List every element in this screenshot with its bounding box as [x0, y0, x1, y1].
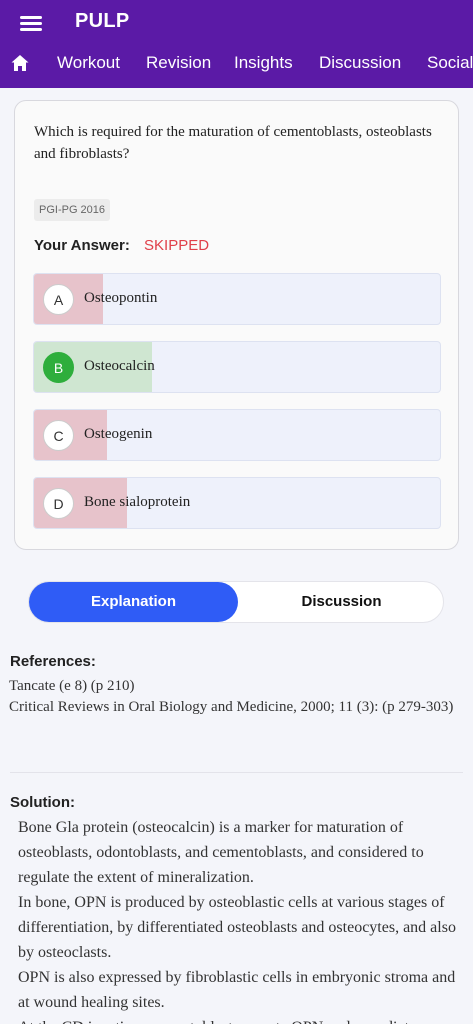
- answer-label: Your Answer:: [34, 237, 130, 254]
- answer-status: SKIPPED: [144, 237, 210, 254]
- solution-body: Bone Gla protein (osteocalcin) is a mark…: [18, 815, 468, 1024]
- question-card: Which is required for the maturation of …: [14, 100, 459, 550]
- references-title: References:: [10, 653, 96, 670]
- solution-paragraph: OPN is also expressed by fibroblastic ce…: [18, 969, 456, 1011]
- option-a[interactable]: A Osteopontin: [33, 273, 441, 325]
- home-icon[interactable]: [10, 53, 30, 73]
- reference-1: Tancate (e 8) (p 210): [9, 678, 135, 694]
- tab-social[interactable]: Social: [427, 53, 473, 73]
- option-a-text: Osteopontin: [84, 290, 158, 306]
- option-c[interactable]: C Osteogenin: [33, 409, 441, 461]
- option-b-text: Osteocalcin: [84, 358, 155, 374]
- option-a-letter: A: [43, 284, 74, 315]
- tab-workout[interactable]: Workout: [57, 53, 120, 73]
- discussion-tab[interactable]: Discussion: [238, 582, 445, 622]
- tab-insights[interactable]: Insights: [234, 53, 293, 73]
- app-title: PULP: [75, 10, 130, 32]
- divider: [10, 772, 463, 773]
- option-d[interactable]: D Bone sialoprotein: [33, 477, 441, 529]
- option-d-text: Bone sialoprotein: [84, 494, 191, 510]
- solution-paragraph: Bone Gla protein (osteocalcin) is a mark…: [18, 819, 424, 886]
- solution-paragraph: In bone, OPN is produced by osteoblastic…: [18, 894, 456, 961]
- solution-paragraph: At the CD junction, cementoblasts secret…: [18, 1015, 468, 1024]
- option-c-letter: C: [43, 420, 74, 451]
- solution-title: Solution:: [10, 794, 75, 811]
- option-b[interactable]: B Osteocalcin: [33, 341, 441, 393]
- tab-discussion[interactable]: Discussion: [319, 53, 401, 73]
- tab-revision[interactable]: Revision: [146, 53, 211, 73]
- explanation-discussion-toggle: Explanation Discussion: [28, 581, 444, 623]
- app-bar: PULP Workout Revision Insights Discussio…: [0, 0, 473, 88]
- explanation-tab[interactable]: Explanation: [29, 582, 238, 622]
- option-c-text: Osteogenin: [84, 426, 153, 442]
- reference-2: Critical Reviews in Oral Biology and Med…: [9, 699, 454, 715]
- menu-icon[interactable]: [20, 14, 44, 34]
- question-text: Which is required for the maturation of …: [34, 124, 432, 162]
- option-b-letter: B: [43, 352, 74, 383]
- exam-tag: PGI-PG 2016: [34, 199, 111, 221]
- nav-tabs: Workout Revision Insights Discussion Soc…: [0, 44, 473, 84]
- option-d-letter: D: [43, 488, 74, 519]
- your-answer-row: Your Answer: SKIPPED: [34, 237, 209, 254]
